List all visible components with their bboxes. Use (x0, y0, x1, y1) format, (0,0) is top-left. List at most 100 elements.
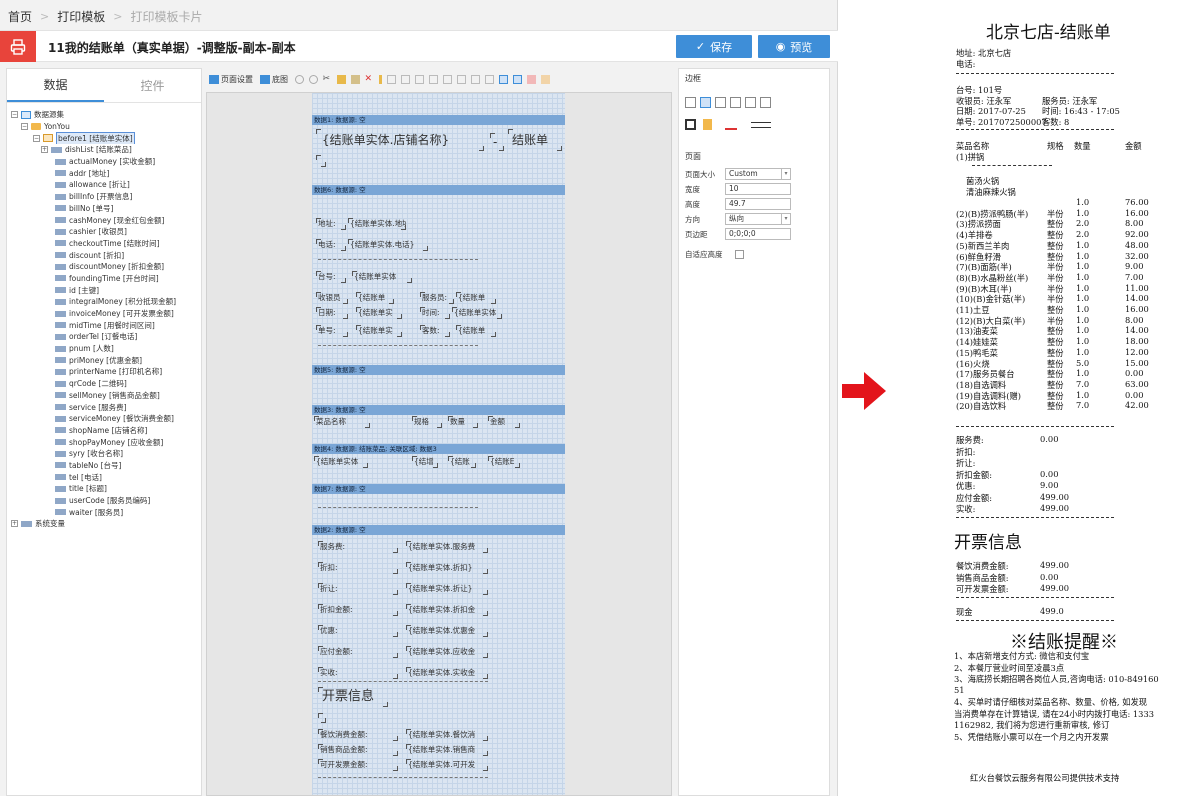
tab-data[interactable]: 数据 (7, 69, 104, 102)
prop-input[interactable]: 0;0;0;0 (725, 228, 791, 240)
cell-invoice-title[interactable]: 开票信息 (318, 687, 388, 707)
cell-guests-value[interactable]: {结账单 (456, 325, 496, 337)
copy-icon[interactable] (336, 74, 346, 84)
cell-summary-label[interactable]: 优惠: (318, 625, 398, 637)
align-top-icon[interactable] (428, 74, 438, 84)
cell-cashier-label[interactable]: 收银员 (316, 292, 348, 304)
divider-line[interactable] (318, 507, 478, 508)
divider-line[interactable] (318, 777, 488, 778)
cell-bill-word[interactable]: 结账单 (508, 129, 562, 151)
cell-header-qty[interactable]: 数量 (448, 416, 478, 428)
cell-empty[interactable] (318, 713, 326, 723)
cut-icon[interactable]: ✂ (323, 74, 332, 84)
breadcrumb-print-templates[interactable]: 打印模板 (57, 8, 105, 25)
paste-icon[interactable] (350, 74, 360, 84)
cell-detail-amount[interactable]: {结账E (488, 456, 520, 468)
cell-sell-value[interactable]: {结账单实体.销售商 (406, 744, 488, 756)
tree-node-field[interactable]: actualMoney [实收金额] (7, 156, 201, 168)
align-bottom-icon[interactable] (456, 74, 466, 84)
cell-meal-value[interactable]: {结账单实体.餐饮消 (406, 729, 488, 741)
tree-node-field[interactable]: shopName [店铺名称] (7, 425, 201, 437)
same-height-icon[interactable] (484, 74, 494, 84)
cell-tel-label[interactable]: 电话: (316, 239, 346, 251)
tree-node-field[interactable]: waiter [服务员] (7, 506, 201, 518)
band-header[interactable]: 数据6: 数据源: 空 (312, 185, 565, 195)
band-header[interactable]: 数据2: 数据源: 空 (312, 525, 565, 535)
border-all-icon[interactable] (685, 97, 696, 108)
cell-date-value[interactable]: {结账单实 (356, 307, 402, 319)
tab-controls[interactable]: 控件 (104, 69, 201, 102)
tree-node-field[interactable]: allowance [折让] (7, 179, 201, 191)
expand-icon[interactable]: + (41, 146, 48, 154)
cell-waiter-label[interactable]: 服务员: (420, 292, 454, 304)
cell-empty[interactable] (316, 155, 326, 167)
cell-header-name[interactable]: 菜品名称 (314, 416, 370, 428)
cell-no-value[interactable]: {结账单实 (356, 325, 402, 337)
expand-icon[interactable]: + (11, 520, 18, 528)
cell-summary-label[interactable]: 折让: (318, 583, 398, 595)
tree-node-field[interactable]: syry [收台名称] (7, 448, 201, 460)
tree-node-company[interactable]: − YonYou (7, 121, 201, 133)
format-icon[interactable] (378, 74, 382, 84)
cell-summary-value[interactable]: {结账单实体.折让} (406, 583, 488, 595)
tree-node-field[interactable]: tel [电话] (7, 471, 201, 483)
cell-table-label[interactable]: 台号: (316, 271, 346, 283)
tree-node-field[interactable]: cashMoney [现金红包金额] (7, 214, 201, 226)
cell-summary-label[interactable]: 服务费: (318, 541, 398, 553)
prop-input[interactable]: 10 (725, 183, 791, 195)
auto-height-checkbox[interactable] (735, 249, 744, 259)
delete-icon[interactable]: ✕ (365, 74, 374, 84)
band-header[interactable]: 数据4: 数据源: 结账菜品; 关联区域: 数据3 (312, 444, 565, 454)
cell-summary-value[interactable]: {结账单实体.折扣} (406, 562, 488, 574)
cell-detail-qty[interactable]: {结账 (448, 456, 476, 468)
collapse-icon[interactable]: − (11, 111, 18, 119)
tree-node-child-table[interactable]: + dishList [结账菜品] (7, 144, 201, 156)
divider-line[interactable] (318, 259, 478, 260)
line-style-icon[interactable] (751, 122, 771, 128)
cell-inv-label[interactable]: 可开发票金额: (318, 759, 398, 771)
cell-summary-label[interactable]: 应付金额: (318, 646, 398, 658)
design-canvas[interactable]: 数据1: 数据源: 空 {结账单实体.店铺名称} - 结账单 数据6: 数据源:… (206, 92, 672, 796)
border-inner-icon[interactable] (700, 97, 711, 108)
cell-time-value[interactable]: {结账单实体 (452, 307, 502, 319)
cell-inv-value[interactable]: {结账单实体.可开发 (406, 759, 488, 771)
cell-summary-label[interactable]: 实收: (318, 667, 398, 679)
tree-node-field[interactable]: qrCode [二维码] (7, 378, 201, 390)
prop-input[interactable]: 49.7 (725, 198, 791, 210)
fill-color-icon[interactable] (703, 119, 712, 130)
tree-node-field[interactable]: id [主键] (7, 284, 201, 296)
tree-node-root[interactable]: − 数据源集 (7, 109, 201, 121)
dropdown-arrow-icon[interactable]: ▾ (781, 214, 790, 224)
cell-waiter-value[interactable]: {结账单 (456, 292, 496, 304)
page-setup-button[interactable]: 页面设置 (221, 74, 253, 85)
tree-node-field[interactable]: billInfo [开票信息] (7, 191, 201, 203)
send-back-icon[interactable] (540, 74, 550, 84)
cell-summary-value[interactable]: {结账单实体.实收金 (406, 667, 488, 679)
cell-header-spec[interactable]: 规格 (412, 416, 442, 428)
cell-detail-spec[interactable]: {结增 (412, 456, 438, 468)
tree-node-field[interactable]: billNo [单号] (7, 203, 201, 215)
divider-line[interactable] (318, 681, 488, 682)
cell-header-amount[interactable]: 金额 (488, 416, 520, 428)
tree-node-field[interactable]: title [标题] (7, 483, 201, 495)
tree-node-field[interactable]: midTime [用餐时间区间] (7, 319, 201, 331)
border-none-icon[interactable] (760, 97, 771, 108)
cell-meal-label[interactable]: 餐饮消费金额: (318, 729, 398, 741)
tree-node-entity[interactable]: − before1 [结账单实体] (7, 132, 201, 145)
collapse-icon[interactable]: − (33, 134, 40, 142)
cell-guests-label[interactable]: 客数: (420, 325, 450, 337)
align-left-icon[interactable] (386, 74, 396, 84)
cell-detail-name[interactable]: {结账单实体 (314, 456, 368, 468)
prop-input[interactable]: 纵向 ▾ (725, 213, 791, 225)
cell-summary-value[interactable]: {结账单实体.折扣金 (406, 604, 488, 616)
cell-summary-label[interactable]: 折扣金额: (318, 604, 398, 616)
tree-node-field[interactable]: sellMoney [销售商品金额] (7, 390, 201, 402)
tree-node-field[interactable]: service [服务费] (7, 401, 201, 413)
tree-node-field[interactable]: foundingTime [开台时间] (7, 273, 201, 285)
cell-summary-value[interactable]: {结账单实体.优惠金 (406, 625, 488, 637)
tree-node-field[interactable]: shopPayMoney [应收金额] (7, 436, 201, 448)
border-style-icon[interactable] (685, 119, 696, 130)
breadcrumb-home[interactable]: 首页 (8, 8, 32, 25)
collapse-icon[interactable]: − (21, 123, 28, 131)
same-width-icon[interactable] (470, 74, 480, 84)
